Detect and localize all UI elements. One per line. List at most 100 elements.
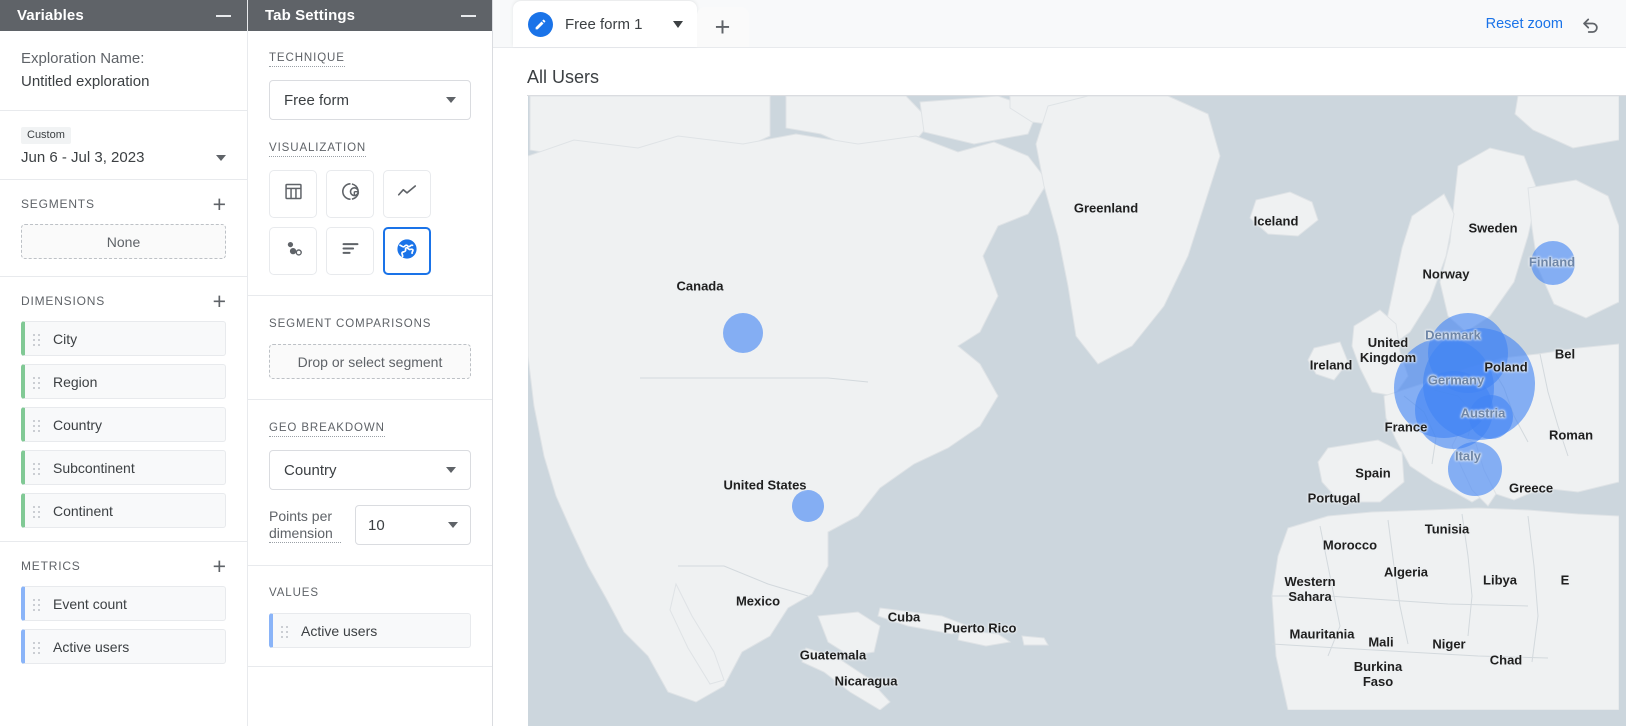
- scatter-plot-icon: [283, 238, 304, 264]
- table-icon: [283, 181, 304, 207]
- add-metric-button[interactable]: +: [213, 557, 226, 575]
- app-root: Variables Exploration Name: Untitled exp…: [0, 0, 1626, 726]
- dimension-label: Continent: [53, 503, 113, 519]
- drag-handle-icon[interactable]: [33, 375, 47, 389]
- minimize-icon[interactable]: [216, 15, 231, 17]
- chevron-down-icon[interactable]: [673, 21, 683, 28]
- map-bubble[interactable]: [1469, 395, 1513, 439]
- viz-scatter-button[interactable]: [269, 227, 317, 275]
- reset-zoom-button[interactable]: Reset zoom: [1486, 16, 1563, 32]
- add-segment-button[interactable]: +: [213, 195, 226, 213]
- segment-comparisons-dropzone[interactable]: Drop or select segment: [269, 344, 471, 379]
- dimensions-title: DIMENSIONS: [21, 294, 105, 308]
- geo-breakdown-select[interactable]: Country: [269, 450, 471, 490]
- metric-label: Event count: [53, 596, 127, 612]
- segment-dropzone-label: Drop or select segment: [298, 354, 443, 370]
- geo-breakdown-section: GEO BREAKDOWN Country Points per dimensi…: [248, 400, 492, 566]
- visualization-options: [269, 170, 471, 275]
- map-bubble[interactable]: [792, 490, 824, 522]
- tab-bar-actions: Reset zoom: [1486, 13, 1626, 47]
- viz-line-button[interactable]: [383, 170, 431, 218]
- technique-label: TECHNIQUE: [269, 52, 345, 67]
- drag-handle-icon[interactable]: [281, 624, 295, 638]
- technique-select[interactable]: Free form: [269, 80, 471, 120]
- main-content: Free form 1 + Reset zoom All Users: [493, 0, 1626, 726]
- metric-pill[interactable]: Event count: [21, 586, 226, 621]
- technique-value: Free form: [284, 92, 349, 109]
- drag-handle-icon[interactable]: [33, 504, 47, 518]
- add-tab-button[interactable]: +: [697, 7, 749, 47]
- exploration-name-section: Exploration Name: Untitled exploration: [0, 31, 247, 111]
- tab-settings-header: Tab Settings: [248, 0, 492, 31]
- geo-map-container: GreenlandIcelandSwedenFinlandNorwayCanad…: [493, 96, 1626, 726]
- values-section: VALUES Active users: [248, 566, 492, 667]
- dimensions-header: DIMENSIONS +: [21, 292, 226, 310]
- chevron-down-icon: [446, 97, 456, 103]
- points-per-dimension-row: Points per dimension 10: [269, 505, 471, 545]
- exploration-name-value[interactable]: Untitled exploration: [21, 70, 226, 94]
- map-bubble[interactable]: [1448, 442, 1502, 496]
- exploration-name-label: Exploration Name:: [21, 48, 226, 70]
- tab-label: Free form 1: [565, 16, 643, 33]
- globe-icon: [395, 237, 419, 266]
- segments-header: SEGMENTS +: [21, 195, 226, 213]
- metrics-section: METRICS + Event count Active users: [0, 542, 247, 688]
- visualization-label: VISUALIZATION: [269, 142, 366, 157]
- segment-title-row: All Users: [493, 48, 1626, 95]
- drag-handle-icon[interactable]: [33, 597, 47, 611]
- tab-settings-title: Tab Settings: [265, 7, 355, 24]
- date-range-row[interactable]: Jun 6 - Jul 3, 2023: [21, 149, 226, 166]
- dimension-label: Subcontinent: [53, 460, 135, 476]
- drag-handle-icon[interactable]: [33, 461, 47, 475]
- value-pill[interactable]: Active users: [269, 613, 471, 648]
- add-dimension-button[interactable]: +: [213, 292, 226, 310]
- chevron-down-icon: [446, 467, 456, 473]
- variables-panel-body: Exploration Name: Untitled exploration C…: [0, 31, 247, 726]
- value-label: Active users: [301, 623, 377, 639]
- page-title: All Users: [527, 67, 599, 95]
- drag-handle-icon[interactable]: [33, 332, 47, 346]
- metrics-header: METRICS +: [21, 557, 226, 575]
- viz-table-button[interactable]: [269, 170, 317, 218]
- map-bubble[interactable]: [1531, 241, 1575, 285]
- metrics-title: METRICS: [21, 559, 81, 573]
- technique-section: TECHNIQUE Free form VISUALIZATION: [248, 31, 492, 296]
- dimension-pill[interactable]: Subcontinent: [21, 450, 226, 485]
- tab-settings-panel: Tab Settings TECHNIQUE Free form VISUALI…: [248, 0, 493, 726]
- segments-title: SEGMENTS: [21, 197, 95, 211]
- donut-chart-icon: [340, 181, 361, 207]
- metric-pill[interactable]: Active users: [21, 629, 226, 664]
- drag-handle-icon[interactable]: [33, 640, 47, 654]
- viz-geo-map-button[interactable]: [383, 227, 431, 275]
- variables-panel-title: Variables: [17, 7, 84, 24]
- segments-empty[interactable]: None: [21, 224, 226, 259]
- points-per-dimension-value: 10: [368, 517, 385, 534]
- undo-icon[interactable]: [1580, 13, 1602, 35]
- tab-free-form-1[interactable]: Free form 1: [513, 1, 697, 47]
- points-per-dimension-label: Points per dimension: [269, 508, 341, 543]
- dimension-label: Country: [53, 417, 102, 433]
- tab-bar: Free form 1 + Reset zoom: [493, 0, 1626, 48]
- date-range-section[interactable]: Custom Jun 6 - Jul 3, 2023: [0, 111, 247, 180]
- chevron-down-icon[interactable]: [216, 155, 226, 161]
- variables-panel-header: Variables: [0, 0, 247, 31]
- geo-breakdown-label: GEO BREAKDOWN: [269, 422, 385, 437]
- dimension-pill[interactable]: Continent: [21, 493, 226, 528]
- line-chart-icon: [396, 181, 418, 208]
- drag-handle-icon[interactable]: [33, 418, 47, 432]
- dimension-pill[interactable]: Country: [21, 407, 226, 442]
- dimension-pill[interactable]: City: [21, 321, 226, 356]
- viz-bar-button[interactable]: [326, 227, 374, 275]
- viz-donut-button[interactable]: [326, 170, 374, 218]
- geo-map[interactable]: GreenlandIcelandSwedenFinlandNorwayCanad…: [528, 96, 1626, 726]
- segment-comparisons-section: SEGMENT COMPARISONS Drop or select segme…: [248, 296, 492, 400]
- bar-chart-icon: [340, 238, 361, 264]
- points-per-dimension-select[interactable]: 10: [355, 505, 471, 545]
- minimize-icon[interactable]: [461, 15, 476, 17]
- segments-section: SEGMENTS + None: [0, 180, 247, 277]
- segment-comparisons-label: SEGMENT COMPARISONS: [269, 318, 431, 332]
- dimension-pill[interactable]: Region: [21, 364, 226, 399]
- map-bubble[interactable]: [723, 313, 763, 353]
- tab-settings-body: TECHNIQUE Free form VISUALIZATION: [248, 31, 492, 726]
- date-range-chip: Custom: [21, 127, 71, 144]
